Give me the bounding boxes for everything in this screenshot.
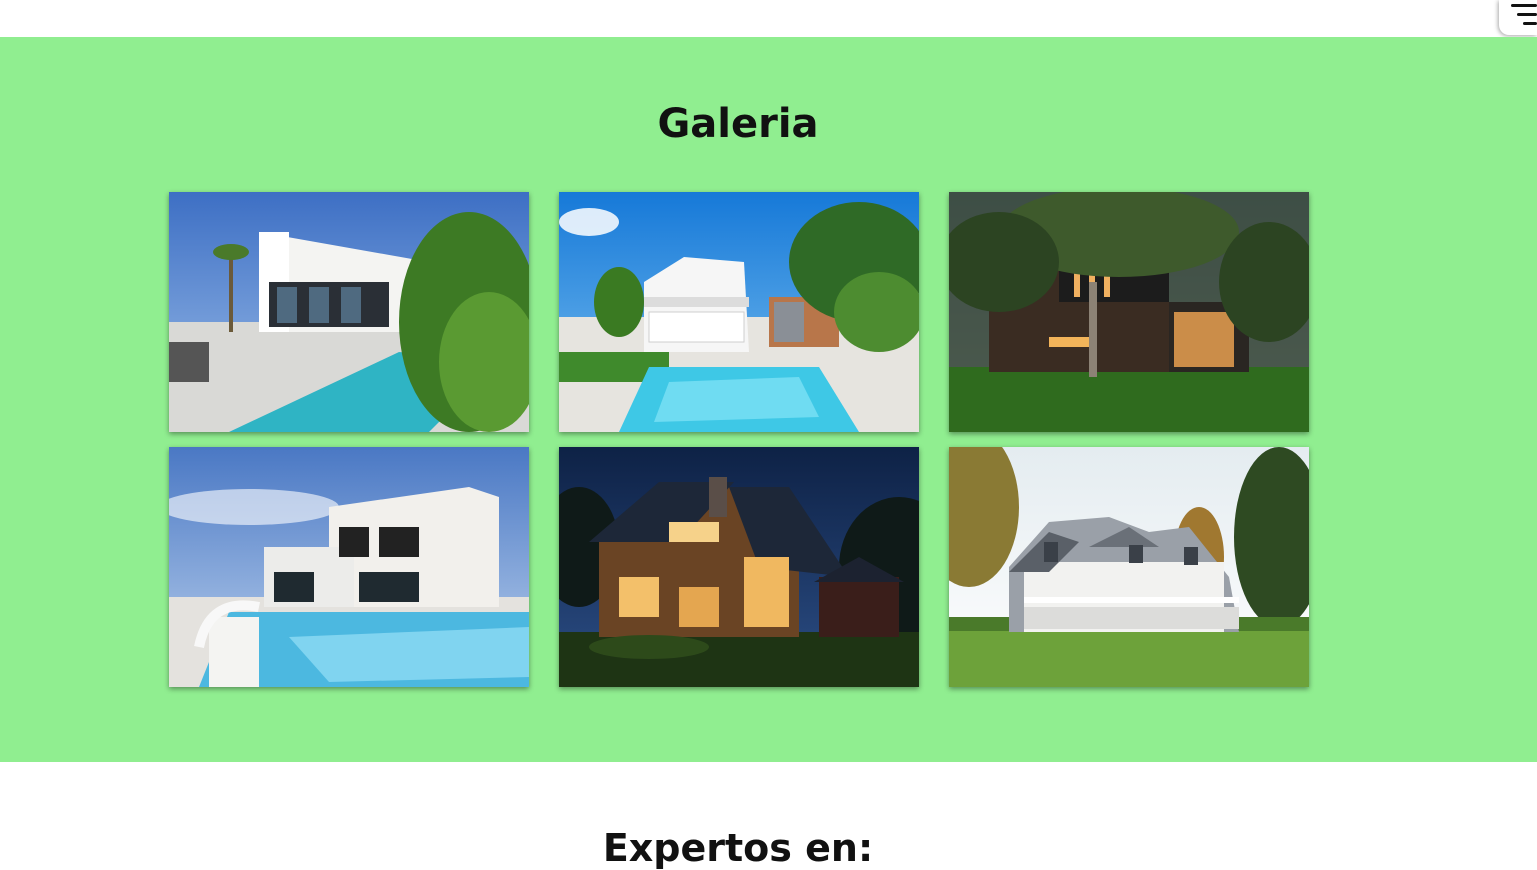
gallery-image-4[interactable] [169,447,529,687]
gallery-grid [169,192,1309,687]
hamburger-line [1523,22,1537,25]
hamburger-menu-button[interactable] [1499,0,1537,35]
white-colonial-house-pool-photo [559,192,919,432]
dark-modern-house-tree-photo [949,192,1309,432]
white-villa-pool-photo [169,447,529,687]
gallery-image-5[interactable] [559,447,919,687]
gallery-image-2[interactable] [559,192,919,432]
gallery-image-3[interactable] [949,192,1309,432]
hamburger-menu-icon [1511,4,1537,7]
gallery-section: Galeria [0,37,1537,762]
gallery-title: Galeria [657,101,819,147]
gallery-image-6[interactable] [949,447,1309,687]
hamburger-line [1517,13,1537,16]
expertos-section-title: Expertos en: [602,826,874,870]
white-porch-house-lawn-photo [949,447,1309,687]
top-bar [0,0,1537,37]
modern-white-house-pool-photo [169,192,529,432]
wooden-house-night-photo [559,447,919,687]
gallery-image-1[interactable] [169,192,529,432]
